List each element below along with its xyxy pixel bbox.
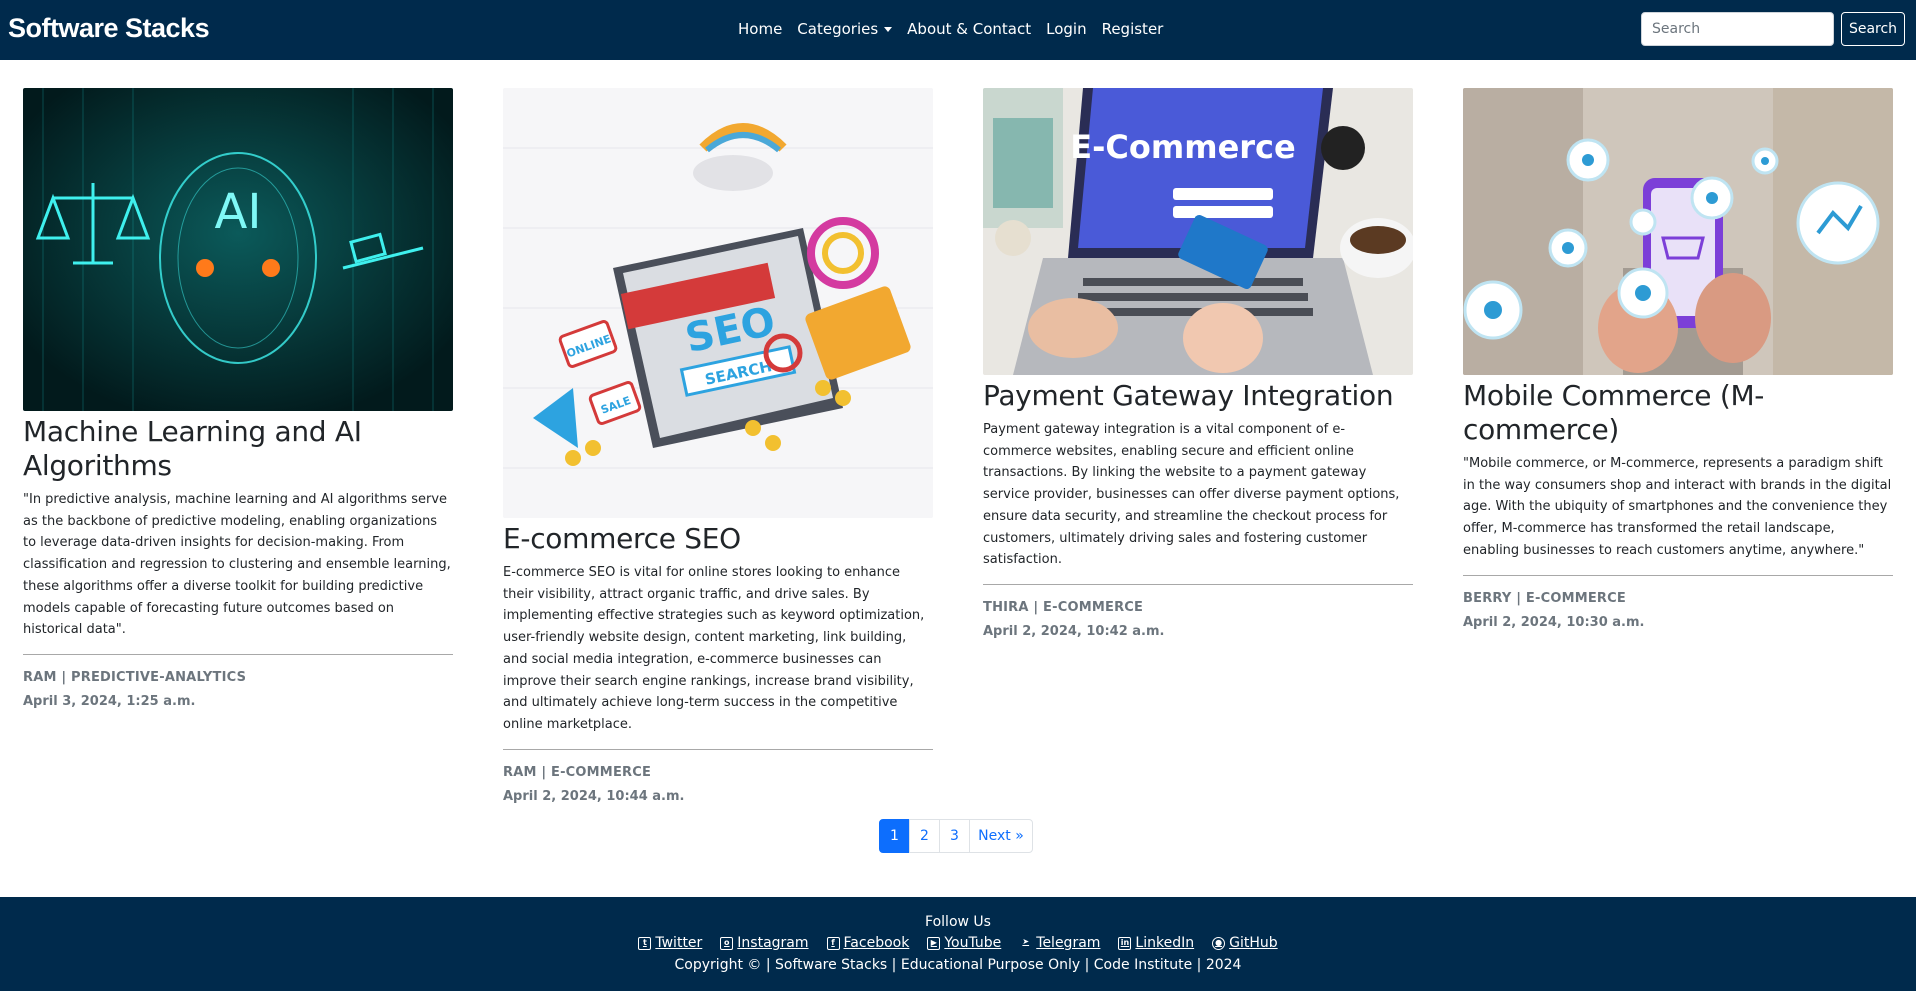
search-input[interactable] — [1641, 12, 1834, 46]
post-image-payment[interactable]: E-Commerce — [983, 88, 1413, 375]
divider — [503, 748, 933, 750]
post-meta: THIRA | E-COMMERCE — [983, 599, 1144, 615]
navbar: Software Stacks Home Categories About & … — [0, 0, 1916, 60]
post-excerpt: "In predictive analysis, machine learnin… — [23, 492, 451, 638]
post-card: SEO SEARCH ONLINE SALE E-commerce SEO E-… — [503, 88, 933, 804]
post-image-mcommerce[interactable] — [1463, 88, 1893, 375]
post-card: AI Machine Learning and AI Algorithms "I… — [23, 88, 453, 709]
linkedin-link[interactable]: in LinkedIn — [1118, 935, 1194, 951]
page-3-button[interactable]: 3 — [939, 819, 970, 853]
footer: Follow Us t Twitter o Instagram f Facebook … — [0, 897, 1916, 991]
instagram-icon: o — [720, 936, 734, 950]
linkedin-label: LinkedIn — [1135, 935, 1195, 951]
facebook-icon: f — [826, 936, 840, 950]
nav-links: Home Categories About & Contact Login Re… — [738, 20, 1178, 38]
nav-categories-dropdown[interactable]: Categories — [797, 20, 893, 38]
youtube-label: YouTube — [944, 935, 1002, 951]
divider — [23, 653, 453, 655]
post-meta: RAM | PREDICTIVE-ANALYTICS — [23, 669, 247, 685]
telegram-icon: ➤ — [1022, 936, 1030, 946]
post-card: E-Commerce Payment Gateway Integration P… — [983, 88, 1413, 639]
page-2-button[interactable]: 2 — [909, 819, 940, 853]
post-image-ai[interactable]: AI — [23, 88, 453, 411]
telegram-link[interactable]: ➤ Telegram — [1019, 935, 1100, 951]
nav-register-link[interactable]: Register — [1102, 20, 1164, 38]
ecommerce-image-text: E-Commerce — [1070, 128, 1295, 166]
nav-categories-label: Categories — [797, 20, 879, 38]
post-date: April 2, 2024, 10:42 a.m. — [983, 623, 1165, 639]
divider — [1463, 574, 1893, 576]
nav-login-link[interactable]: Login — [1046, 20, 1086, 38]
facebook-link[interactable]: f Facebook — [826, 935, 910, 951]
nav-about-link[interactable]: About & Contact — [907, 20, 1031, 38]
search-button[interactable]: Search — [1841, 12, 1905, 46]
divider — [983, 583, 1413, 585]
chevron-down-icon — [884, 27, 893, 32]
brand-logo[interactable]: Software Stacks — [8, 13, 210, 44]
post-excerpt: "Mobile commerce, or M-commerce, represe… — [1463, 456, 1892, 558]
next-page-button[interactable]: Next » — [969, 819, 1033, 853]
post-meta: RAM | E-COMMERCE — [503, 764, 652, 780]
github-link[interactable]: ● GitHub — [1212, 935, 1278, 951]
post-image-seo[interactable]: SEO SEARCH ONLINE SALE — [503, 88, 933, 518]
youtube-link[interactable]: ▶ YouTube — [927, 935, 1001, 951]
twitter-icon: t — [638, 936, 652, 950]
post-excerpt: Payment gateway integration is a vital c… — [983, 422, 1400, 568]
nav-home-link[interactable]: Home — [738, 20, 782, 38]
post-title[interactable]: Mobile Commerce (M-commerce) — [1463, 379, 1893, 447]
github-icon: ● — [1212, 936, 1226, 950]
pagination: 1 2 3 Next » — [879, 819, 1033, 853]
post-date: April 2, 2024, 10:44 a.m. — [503, 788, 685, 804]
post-date: April 3, 2024, 1:25 a.m. — [23, 693, 196, 709]
post-title[interactable]: Machine Learning and AI Algorithms — [23, 415, 453, 483]
follow-us-label: Follow Us — [925, 914, 991, 930]
post-card: Mobile Commerce (M-commerce) "Mobile com… — [1463, 88, 1893, 630]
social-links: t Twitter o Instagram f Facebook ▶ YouTube ➤… — [0, 935, 1916, 951]
post-title[interactable]: Payment Gateway Integration — [983, 379, 1413, 413]
twitter-link[interactable]: t Twitter — [638, 935, 702, 951]
twitter-label: Twitter — [655, 935, 703, 951]
post-excerpt: E-commerce SEO is vital for online store… — [503, 565, 925, 732]
telegram-label: Telegram — [1036, 935, 1101, 951]
instagram-label: Instagram — [737, 935, 809, 951]
instagram-link[interactable]: o Instagram — [720, 935, 809, 951]
post-title[interactable]: E-commerce SEO — [503, 522, 933, 556]
page-1-button[interactable]: 1 — [879, 819, 910, 853]
facebook-label: Facebook — [843, 935, 910, 951]
post-date: April 2, 2024, 10:30 a.m. — [1463, 614, 1645, 630]
linkedin-icon: in — [1118, 936, 1132, 950]
copyright-text: Copyright © | Software Stacks | Educatio… — [674, 957, 1242, 973]
github-label: GitHub — [1229, 935, 1278, 951]
youtube-icon: ▶ — [927, 936, 941, 950]
post-meta: BERRY | E-COMMERCE — [1463, 590, 1626, 606]
ai-image-text: AI — [215, 184, 262, 240]
